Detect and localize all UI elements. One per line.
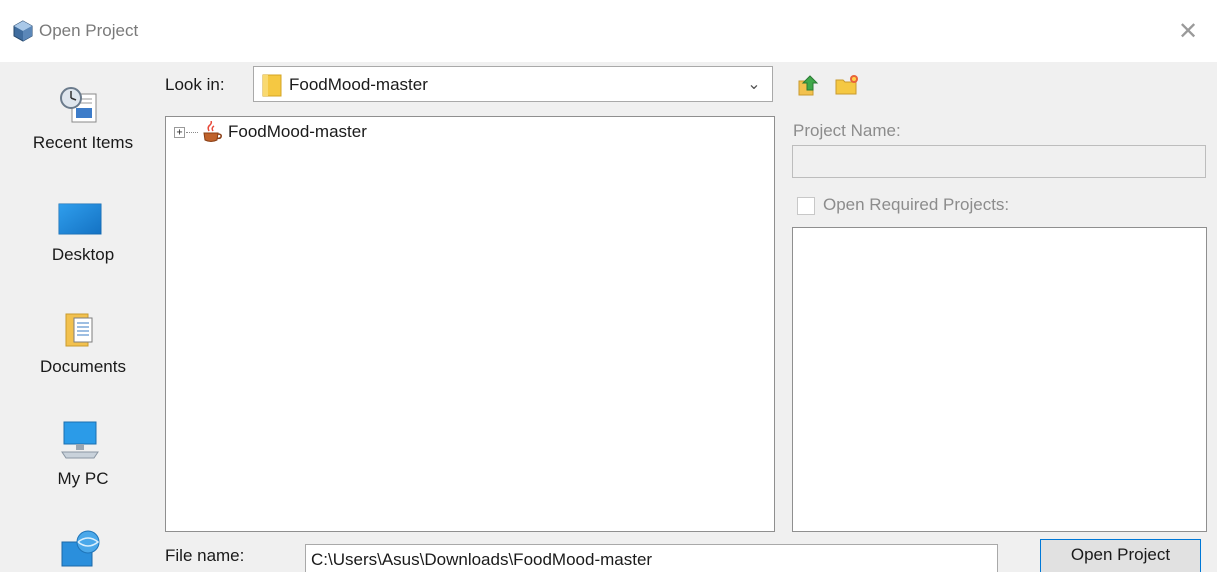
close-icon: ✕ [1177,17,1199,45]
project-tree[interactable]: + FoodMood-master [165,116,775,532]
open-required-projects-checkbox[interactable] [797,197,815,215]
up-folder-button[interactable] [796,72,822,98]
place-network[interactable] [0,508,150,572]
place-label-desktop: Desktop [51,245,115,264]
close-button[interactable]: ✕ [1173,16,1203,46]
title-bar[interactable]: Open Project ✕ [0,0,1217,62]
place-recent-items[interactable]: Recent Items [0,62,150,172]
file-name-input[interactable] [305,544,998,572]
place-desktop[interactable]: Desktop [0,172,150,284]
netbeans-cube-icon [13,20,33,42]
open-project-button[interactable]: Open Project [1040,539,1201,572]
computer-icon [61,421,99,459]
open-required-projects-label: Open Required Projects: [823,195,1010,214]
java-project-icon [203,121,222,142]
project-name-label: Project Name: [793,121,901,140]
places-sidebar: Recent Items Desktop Documents My PC [0,62,150,572]
look-in-value: FoodMood-master [289,75,428,94]
place-label-recent-items: Recent Items [32,133,134,152]
documents-icon [65,313,93,347]
tree-item[interactable]: + FoodMood-master [166,117,774,149]
file-name-label: File name: [165,546,245,565]
project-name-field [792,145,1206,178]
chevron-down-icon[interactable]: ⌄ [736,67,772,101]
new-folder-icon [835,75,858,95]
place-documents[interactable]: Documents [0,284,150,396]
network-icon [61,530,100,567]
place-my-pc[interactable]: My PC [0,396,150,508]
required-projects-list[interactable] [792,227,1207,532]
folder-icon [262,74,282,97]
new-folder-button[interactable] [834,72,860,98]
window-title: Open Project [39,21,139,40]
open-project-dialog: Open Project ✕ Recent Items Desktop Docu… [0,0,1217,572]
look-in-dropdown[interactable]: FoodMood-master ⌄ [253,66,773,102]
recent-items-icon [60,87,97,123]
up-folder-icon [798,75,819,96]
expand-icon[interactable]: + [174,127,185,138]
tree-connector [186,132,198,134]
look-in-label: Look in: [165,75,225,94]
place-label-documents: Documents [40,357,126,376]
place-label-my-pc: My PC [57,469,109,488]
desktop-icon [58,203,102,235]
tree-item-label: FoodMood-master [228,122,367,141]
